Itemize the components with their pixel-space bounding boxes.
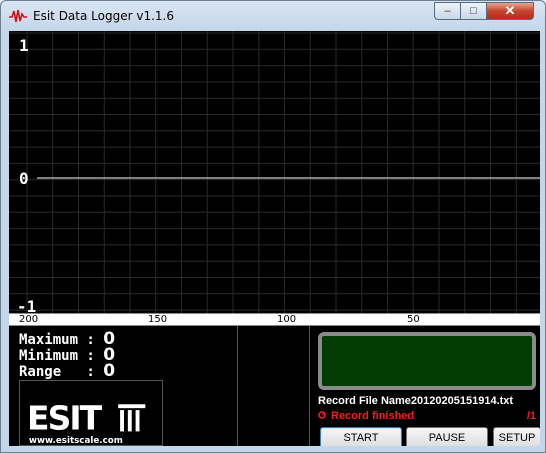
app-window: Esit Data Logger v1.1.6 – □ ✕ 1 0 -1 200… [0,0,546,453]
esit-logo: ESIT www.esitscale.com [19,380,163,446]
pause-button[interactable]: PAUSE [406,427,488,446]
start-button[interactable]: START [320,427,402,446]
x-tick-label: 100 [277,314,297,325]
minimum-label: Minimum : [19,348,104,364]
title-bar[interactable]: Esit Data Logger v1.1.6 – □ ✕ [1,1,545,31]
range-label: Range : [19,364,104,380]
record-panel: Record File Name20120205151914.txt Recor… [309,326,540,446]
close-button[interactable]: ✕ [486,2,534,20]
setup-button[interactable]: SETUP [493,427,540,446]
signal-plot: 1 0 -1 [9,31,540,313]
plot-grid [9,31,540,313]
record-file-name: Record File Name20120205151914.txt [318,395,514,407]
x-tick-label: 200 [19,314,39,325]
maximize-button[interactable]: □ [460,2,487,20]
panel-divider [237,326,238,446]
logo-brand: ESIT [27,398,103,437]
client-area: 1 0 -1 200 150 100 50 Maximum : 0 Minimu… [9,31,540,446]
y-label-top: 1 [19,36,29,55]
y-label-bottom: -1 [17,297,36,313]
maximum-label: Maximum : [19,332,104,348]
x-tick-label: 150 [148,314,168,325]
lcd-display [318,332,536,390]
record-status-icon [318,411,326,419]
record-count: /1 [526,410,536,422]
record-status: Record finished [318,410,414,422]
minimize-button[interactable]: – [434,2,461,20]
x-axis-scale: 200 150 100 50 [9,313,540,326]
record-status-text: Record finished [331,410,415,422]
range-value: 0 [103,361,116,381]
waveform-icon [9,9,27,23]
logo-url: www.esitscale.com [29,436,123,446]
window-title: Esit Data Logger v1.1.6 [33,9,174,23]
x-tick-label: 50 [407,314,420,325]
y-label-mid: 0 [19,169,29,188]
statistics-panel: Maximum : 0 Minimum : 0 Range : 0 [19,331,116,381]
